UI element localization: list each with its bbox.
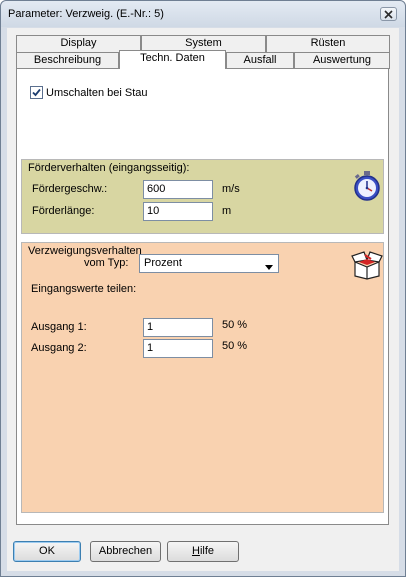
ok-button[interactable]: OK (13, 541, 81, 562)
output-1-label: Ausgang 1: (31, 321, 87, 333)
length-input[interactable]: 10 (143, 202, 213, 221)
close-icon (384, 9, 393, 19)
tab-label: Beschreibung (33, 54, 102, 66)
umschalten-label: Umschalten bei Stau (46, 86, 148, 99)
length-label: Förderlänge: (32, 205, 95, 217)
dialog-client: Display System Rüsten Beschreibung Techn… (7, 28, 399, 571)
tab-label: System (185, 37, 222, 49)
tab-beschreibung[interactable]: Beschreibung (16, 52, 119, 69)
type-select-value: Prozent (144, 257, 182, 269)
cancel-button[interactable]: Abbrechen (90, 541, 161, 562)
split-label: Eingangswerte teilen: (31, 283, 137, 295)
tab-label: Auswertung (312, 54, 372, 66)
type-label: vom Typ: (84, 257, 129, 269)
tab-panel-techn-daten: Umschalten bei Stau Förderverhalten (ein… (16, 68, 389, 525)
foerder-group-label: Förderverhalten (eingangsseitig): (28, 162, 190, 174)
tab-label: Ausfall (243, 54, 277, 66)
chevron-down-icon (265, 261, 273, 274)
verzweigung-group-label: Verzweigungsverhalten (28, 245, 142, 257)
speed-label: Fördergeschw.: (32, 183, 108, 195)
umschalten-option[interactable]: Umschalten bei Stau (30, 86, 148, 99)
tab-techn-daten[interactable]: Techn. Daten (119, 50, 226, 69)
tab-ausfall[interactable]: Ausfall (226, 52, 294, 69)
stopwatch-icon (352, 170, 382, 205)
speed-unit: m/s (222, 183, 240, 195)
speed-input[interactable]: 600 (143, 180, 213, 199)
checkmark-icon (32, 88, 41, 97)
box-icon (351, 250, 383, 283)
output-2-percent: 50 % (222, 340, 248, 352)
window-title: Parameter: Verzweig. (E.-Nr.: 5) (8, 8, 164, 20)
length-unit: m (222, 205, 232, 217)
output-2-input[interactable]: 1 (143, 339, 213, 358)
help-button[interactable]: Hilfe (167, 541, 239, 562)
tab-label: Techn. Daten (140, 52, 205, 64)
output-1-percent: 50 % (222, 319, 248, 331)
tab-auswertung[interactable]: Auswertung (294, 52, 390, 69)
tab-label: Display (60, 37, 97, 49)
tab-label: Rüsten (310, 37, 346, 49)
tab-ruesten[interactable]: Rüsten (266, 35, 390, 52)
title-bar[interactable]: Parameter: Verzweig. (E.-Nr.: 5) (1, 1, 405, 27)
type-select[interactable]: Prozent (139, 254, 279, 273)
output-1-input[interactable]: 1 (143, 318, 213, 337)
verzweigung-group: Verzweigungsverhalten vom Typ: Prozent E… (21, 242, 384, 513)
foerder-group: Förderverhalten (eingangsseitig): Förder… (21, 159, 384, 234)
output-2-label: Ausgang 2: (31, 342, 87, 354)
dialog-window: Parameter: Verzweig. (E.-Nr.: 5) Display… (0, 0, 406, 577)
umschalten-checkbox[interactable] (30, 86, 43, 99)
close-button[interactable] (380, 7, 397, 21)
